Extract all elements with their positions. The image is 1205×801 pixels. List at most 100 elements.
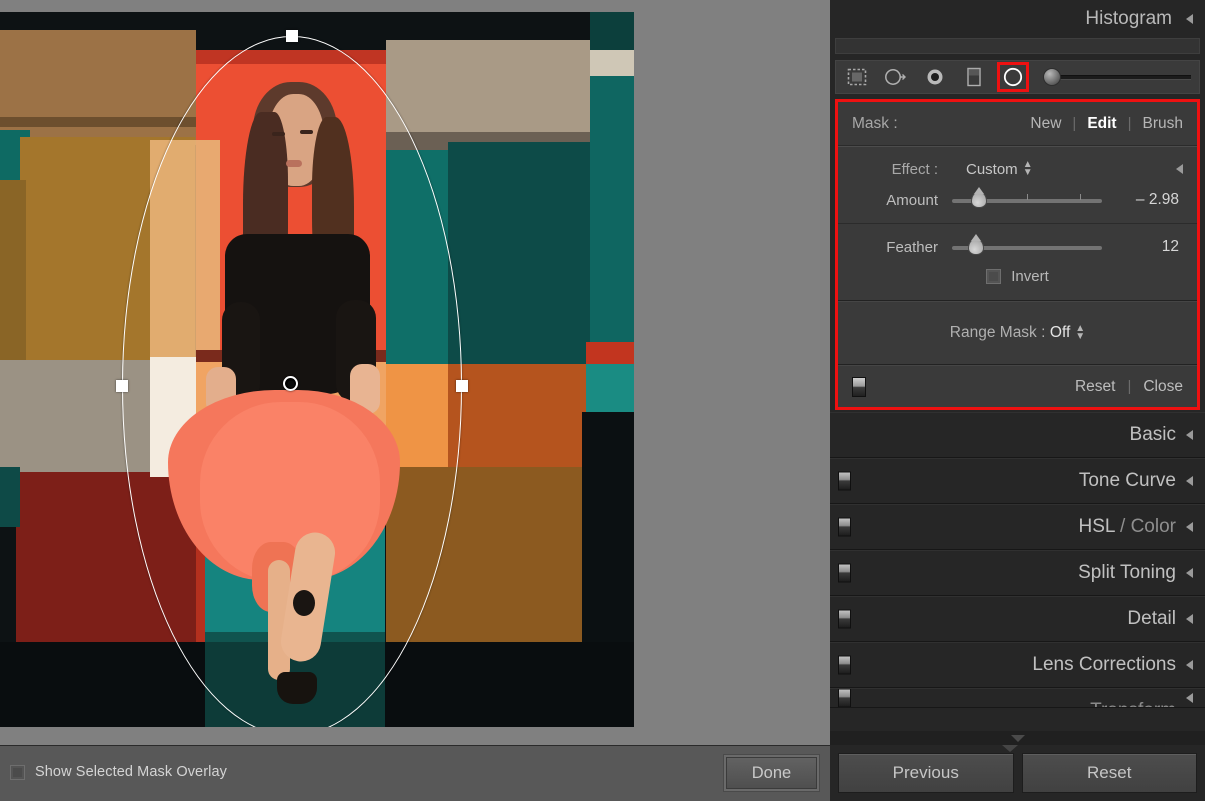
panel-switch-icon[interactable] xyxy=(838,610,851,629)
histogram-strip xyxy=(835,38,1200,54)
photo-block xyxy=(586,342,634,364)
radial-filter-icon xyxy=(1002,66,1024,88)
panel-switch-icon[interactable] xyxy=(838,518,851,537)
mask-handle-left[interactable] xyxy=(116,380,128,392)
photo-block xyxy=(0,117,196,127)
range-mask-updown-stepper-icon[interactable]: ▲▼ xyxy=(1075,325,1085,341)
photo-figure-lips xyxy=(286,160,302,167)
spot-removal-icon xyxy=(884,68,908,86)
show-mask-overlay-checkbox[interactable] xyxy=(10,765,25,780)
mask-mode-brush[interactable]: Brush xyxy=(1143,115,1184,133)
amount-label: Amount xyxy=(852,192,938,209)
range-mask-value[interactable]: Off xyxy=(1050,324,1070,342)
photo-block xyxy=(0,467,20,527)
panel-scroll-down[interactable] xyxy=(830,731,1205,745)
show-mask-overlay-label: Show Selected Mask Overlay xyxy=(35,764,227,780)
panel-switch-icon[interactable] xyxy=(838,472,851,491)
feather-slider[interactable] xyxy=(952,237,1102,257)
triangle-left-icon[interactable] xyxy=(1186,14,1193,24)
effect-collapse-triangle-left-icon[interactable] xyxy=(1176,164,1183,174)
panel-item-lens-corrections[interactable]: Lens Corrections xyxy=(830,642,1205,688)
chevron-down-icon[interactable] xyxy=(1011,735,1025,742)
triangle-left-icon[interactable] xyxy=(1186,430,1193,440)
mask-handle-right[interactable] xyxy=(456,380,468,392)
panel-item-hsl-color[interactable]: HSL / Color xyxy=(830,504,1205,550)
triangle-left-icon[interactable] xyxy=(1186,476,1193,486)
brush-size-knob[interactable] xyxy=(1043,68,1061,86)
feather-slider-knob[interactable] xyxy=(968,238,984,255)
mask-footer-row: Reset | Close xyxy=(838,365,1197,407)
mask-mode-edit[interactable]: Edit xyxy=(1087,115,1116,133)
radial-filter-center-pin[interactable] xyxy=(283,376,298,391)
graduated-filter-icon xyxy=(965,67,983,87)
panel-switch-icon[interactable] xyxy=(838,689,851,708)
mask-handle-top[interactable] xyxy=(286,30,298,42)
crop-overlay-tool[interactable] xyxy=(844,65,870,89)
red-eye-correction-tool[interactable] xyxy=(922,65,948,89)
photo-block xyxy=(590,50,634,76)
develop-panel-list: Basic Tone Curve HSL / Color Split Tonin… xyxy=(830,412,1205,708)
mask-reset-button[interactable]: Reset xyxy=(1075,378,1116,396)
panel-item-split-toning[interactable]: Split Toning xyxy=(830,550,1205,596)
panel-label-split-toning: Split Toning xyxy=(1078,562,1186,584)
photo-block xyxy=(590,76,634,351)
right-bottom-toolbar: Previous Reset xyxy=(830,745,1205,801)
photo-preview[interactable] xyxy=(0,12,634,727)
lightroom-window: Show Selected Mask Overlay Done Histogra… xyxy=(0,0,1205,801)
invert-checkbox[interactable] xyxy=(986,269,1001,284)
mask-mode-separator-2: | xyxy=(1128,115,1132,132)
done-button[interactable]: Done xyxy=(726,757,817,789)
histogram-header[interactable]: Histogram xyxy=(830,0,1205,38)
photo-block xyxy=(150,140,220,380)
photo-figure-eye xyxy=(300,130,313,134)
panel-item-detail[interactable]: Detail xyxy=(830,596,1205,642)
brush-size-track[interactable] xyxy=(1057,75,1191,80)
mask-mode-row: Mask : New | Edit | Brush xyxy=(838,102,1197,146)
mask-mode-new[interactable]: New xyxy=(1030,115,1061,133)
triangle-left-icon[interactable] xyxy=(1186,614,1193,624)
invert-row[interactable]: Invert xyxy=(838,262,1197,290)
panel-label-basic: Basic xyxy=(1130,424,1186,446)
done-button-frame: Done xyxy=(723,754,820,792)
panel-label-tone-curve: Tone Curve xyxy=(1079,470,1186,492)
panel-item-transform[interactable]: Transform xyxy=(830,688,1205,708)
photo-block xyxy=(590,12,634,50)
brush-size-slider[interactable] xyxy=(1043,66,1191,88)
show-mask-overlay-control[interactable]: Show Selected Mask Overlay xyxy=(10,764,227,780)
updown-stepper-icon[interactable]: ▲▼ xyxy=(1023,161,1033,177)
amount-slider-tick xyxy=(1080,194,1081,200)
amount-value: – 2.98 xyxy=(1136,191,1183,209)
invert-label: Invert xyxy=(1011,268,1049,285)
photo-block xyxy=(386,467,582,642)
triangle-left-icon[interactable] xyxy=(1186,693,1193,703)
panel-switch-icon[interactable] xyxy=(838,656,851,675)
photo-block xyxy=(0,30,196,145)
chevron-down-icon[interactable] xyxy=(1002,745,1018,752)
triangle-left-icon[interactable] xyxy=(1186,660,1193,670)
effect-label: Effect : xyxy=(852,161,938,178)
panel-switch-icon[interactable] xyxy=(838,564,851,583)
effect-block: Effect : Custom ▲▼ Amount – 2.98 xyxy=(838,146,1197,224)
panel-item-basic[interactable]: Basic xyxy=(830,412,1205,458)
amount-slider[interactable] xyxy=(952,190,1102,210)
triangle-left-icon[interactable] xyxy=(1186,568,1193,578)
amount-slider-row: Amount – 2.98 xyxy=(838,185,1197,215)
right-panel: Histogram xyxy=(830,0,1205,745)
histogram-title: Histogram xyxy=(1085,8,1172,30)
triangle-left-icon[interactable] xyxy=(1186,522,1193,532)
reset-button[interactable]: Reset xyxy=(1022,753,1198,793)
radial-filter-tool[interactable] xyxy=(1000,65,1026,89)
mask-close-button[interactable]: Close xyxy=(1143,378,1183,396)
spot-removal-tool[interactable] xyxy=(883,65,909,89)
effect-value[interactable]: Custom xyxy=(966,161,1018,178)
crop-overlay-icon xyxy=(847,68,867,86)
panel-switch-icon[interactable] xyxy=(852,377,866,397)
amount-slider-knob[interactable] xyxy=(971,191,987,208)
panel-item-tone-curve[interactable]: Tone Curve xyxy=(830,458,1205,504)
graduated-filter-tool[interactable] xyxy=(961,65,987,89)
previous-button[interactable]: Previous xyxy=(838,753,1014,793)
local-adjustment-toolbar xyxy=(835,60,1200,94)
range-mask-row[interactable]: Range Mask : Off ▲▼ xyxy=(838,301,1197,365)
feather-slider-row: Feather 12 xyxy=(838,232,1197,262)
mask-editor-panel: Mask : New | Edit | Brush Effect : Custo… xyxy=(835,99,1200,410)
